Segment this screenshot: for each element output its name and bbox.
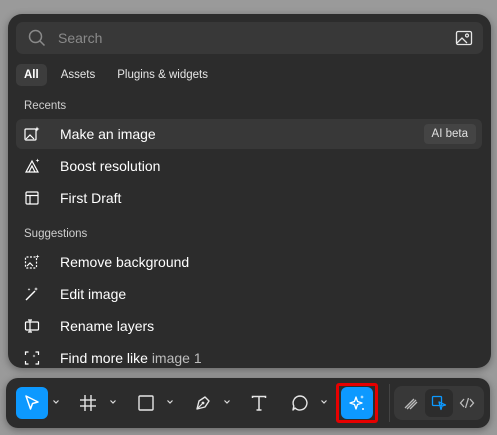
boost-resolution-icon [24,158,40,173]
suggestion-item-label: Rename layers [60,318,155,334]
recent-item-label: Make an image [60,126,156,142]
frame-icon [80,395,96,411]
tab-plugins-widgets[interactable]: Plugins & widgets [109,64,216,86]
pen-tool-button[interactable] [187,387,219,419]
ai-beta-badge: AI beta [423,124,476,144]
find-similar-icon [24,351,40,365]
shape-tool-button[interactable] [130,387,162,419]
suggestion-item-label: Remove background [60,254,190,270]
rectangle-icon [138,395,154,411]
magic-wand-icon [25,287,38,301]
recent-item-label: First Draft [60,190,122,206]
ai-sparkle-icon [349,395,364,410]
text-icon [251,395,267,411]
draw-mode-button[interactable] [397,389,425,417]
filter-tabs: All Assets Plugins & widgets [16,64,216,88]
search-icon [28,29,46,47]
recent-item-label: Boost resolution [60,158,161,174]
rename-layers-icon [24,319,40,333]
actions-panel: Search All Assets Plugins & widgets Rece… [8,14,491,368]
code-icon [459,397,475,409]
cursor-icon [25,395,39,410]
tab-all[interactable]: All [16,64,47,86]
image-sparkle-icon [24,126,40,141]
suggestions-heading: Suggestions [24,228,88,240]
tab-assets[interactable]: Assets [53,64,104,86]
recents-heading: Recents [24,100,67,112]
suggestion-item-rename-layers[interactable]: Rename layers [16,311,482,341]
chevron-down-icon[interactable] [223,398,231,406]
search-input[interactable]: Search [58,30,102,46]
remove-background-icon [24,254,40,269]
layer-name: image 1 [151,350,202,366]
image-search-icon[interactable] [455,29,473,47]
suggestion-item-label: Find more like image 1 [60,350,202,366]
bottom-toolbar [6,378,490,428]
search-bar[interactable]: Search [16,22,483,54]
suggestion-item-find-more-like[interactable]: Find more like image 1 [16,343,482,368]
frame-tool-button[interactable] [72,387,104,419]
design-mode-button[interactable] [425,389,453,417]
mode-switcher [394,386,484,420]
comment-tool-button[interactable] [284,387,316,419]
suggestion-item-label: Edit image [60,286,127,302]
dev-mode-button[interactable] [453,389,481,417]
suggestion-item-remove-background[interactable]: Remove background [16,247,482,277]
pen-icon [196,396,210,410]
first-draft-icon [25,191,39,205]
draw-icon [404,398,418,410]
actions-ai-button[interactable] [341,387,373,419]
comment-icon [292,395,308,411]
suggestion-item-edit-image[interactable]: Edit image [16,279,482,309]
chevron-down-icon[interactable] [109,398,117,406]
chevron-down-icon[interactable] [320,398,328,406]
chevron-down-icon[interactable] [166,398,174,406]
design-icon [431,395,447,411]
recent-item-boost-resolution[interactable]: Boost resolution [16,151,482,181]
move-tool-button[interactable] [16,387,48,419]
recent-item-make-an-image[interactable]: Make an image AI beta [16,119,482,149]
toolbar-divider [389,384,390,422]
text-tool-button[interactable] [243,387,275,419]
chevron-down-icon[interactable] [52,398,60,406]
recent-item-first-draft[interactable]: First Draft [16,183,482,213]
